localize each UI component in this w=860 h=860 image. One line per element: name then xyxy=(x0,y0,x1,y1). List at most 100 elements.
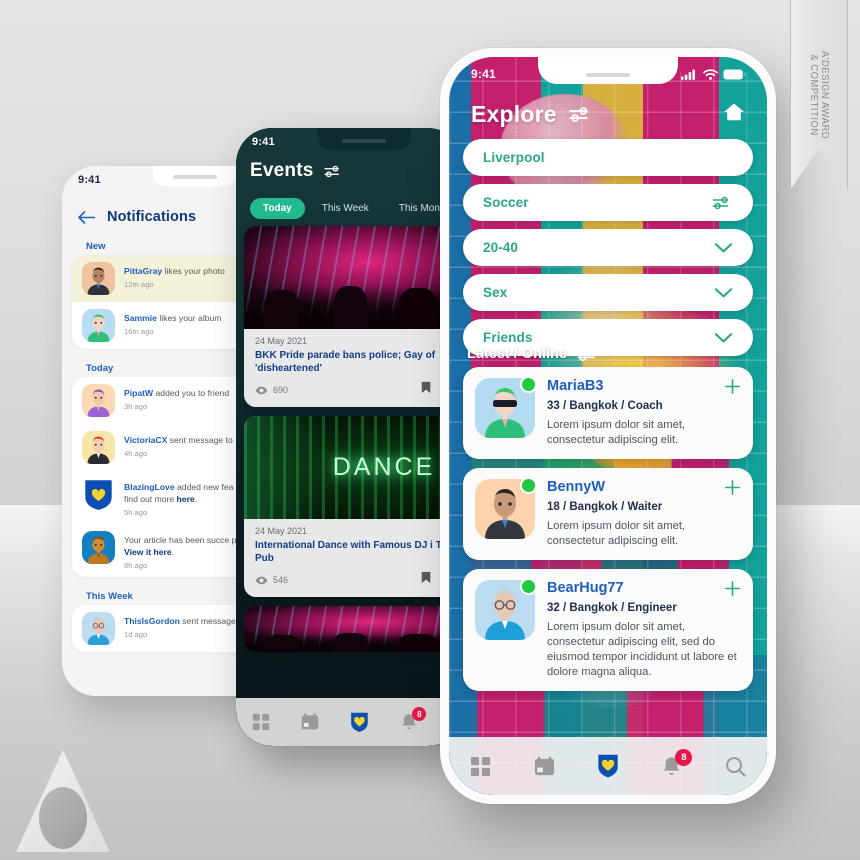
filter-label: Soccer xyxy=(483,195,529,210)
tabbar-calendar[interactable] xyxy=(301,713,319,731)
event-title[interactable]: BKK Pride parade bans police; Gay of 'di… xyxy=(255,349,464,375)
events-tabs[interactable]: Today This Week This Month xyxy=(250,198,464,219)
avatar xyxy=(82,262,115,295)
tabbar-grid[interactable] xyxy=(470,756,491,777)
user-name[interactable]: MariaB3 xyxy=(547,378,603,394)
chevron-down-icon[interactable] xyxy=(714,332,733,344)
notification-actor[interactable]: VictoriaCX xyxy=(124,435,167,445)
filter-label: Liverpool xyxy=(483,150,545,165)
add-user-button[interactable] xyxy=(724,580,741,599)
user-name[interactable]: BennyW xyxy=(547,479,605,495)
a-logo xyxy=(16,750,110,852)
search-icon[interactable] xyxy=(725,756,746,777)
online-status-dot xyxy=(520,477,537,494)
back-arrow-icon[interactable] xyxy=(78,210,95,224)
user-card[interactable]: BennyW 18 / Bangkok / Waiter Lorem ipsum… xyxy=(463,468,753,560)
notification-actor[interactable]: PipatW xyxy=(124,388,153,398)
notification-actor[interactable]: Sammie xyxy=(124,313,157,323)
add-user-button[interactable] xyxy=(724,378,741,397)
heart-shield-icon[interactable] xyxy=(597,754,619,778)
notification-time: 1d ago xyxy=(124,630,148,639)
filter-pill-liverpool[interactable]: Liverpool xyxy=(463,139,753,176)
bookmark-button[interactable] xyxy=(421,571,431,589)
events-tab-this-week[interactable]: This Week xyxy=(309,198,382,219)
chevron-down-icon[interactable] xyxy=(714,332,733,344)
sliders-icon[interactable] xyxy=(712,195,733,211)
bookmark-icon[interactable] xyxy=(421,381,431,394)
plus-icon[interactable] xyxy=(724,580,741,597)
plus-icon[interactable] xyxy=(724,479,741,496)
grid-icon[interactable] xyxy=(470,756,491,777)
grid-icon[interactable] xyxy=(252,713,270,731)
event-card-partial[interactable] xyxy=(244,606,464,652)
eye-icon xyxy=(255,386,268,394)
notification-time: 5h ago xyxy=(124,508,148,517)
online-status-dot xyxy=(520,376,537,393)
filter-pill-list[interactable]: Liverpool Soccer 20-40 Sex Friends xyxy=(463,139,753,364)
avatar-red-cap xyxy=(82,431,115,464)
ribbon-line-1: A'DESIGN AWARD xyxy=(818,50,831,140)
notification-text: VictoriaCX sent message to 4h ago xyxy=(124,435,233,458)
calendar-icon[interactable] xyxy=(534,755,555,777)
bookmark-button[interactable] xyxy=(421,381,431,399)
bottom-tabbar[interactable]: 8 xyxy=(236,698,464,746)
page-title: Notifications xyxy=(107,209,197,225)
tabbar-heart-shield[interactable] xyxy=(597,754,619,778)
plus-icon[interactable] xyxy=(724,378,741,395)
notification-link[interactable]: here xyxy=(177,494,195,504)
notification-time: 12m ago xyxy=(124,280,154,289)
status-time: 9:41 xyxy=(78,174,101,186)
user-meta: 33 / Bangkok / Coach xyxy=(547,400,663,412)
user-meta: 18 / Bangkok / Waiter xyxy=(547,501,663,513)
tabbar-search[interactable] xyxy=(725,756,746,777)
avatar-app-shield xyxy=(85,480,112,510)
page-title: Events xyxy=(250,160,314,181)
sliders-icon[interactable] xyxy=(577,345,600,363)
sliders-icon[interactable] xyxy=(569,105,593,124)
avatar-dog xyxy=(82,531,115,564)
calendar-icon[interactable] xyxy=(301,713,319,731)
chevron-down-icon[interactable] xyxy=(714,242,733,254)
notification-actor[interactable]: PittaGray xyxy=(124,266,162,276)
user-card[interactable]: BearHug77 32 / Bangkok / Engineer Lorem … xyxy=(463,569,753,691)
bookmark-icon[interactable] xyxy=(421,571,431,584)
tabbar-grid[interactable] xyxy=(252,713,270,731)
avatar-glasses-blue-shirt xyxy=(82,612,115,645)
home-button[interactable] xyxy=(723,102,745,127)
home-icon xyxy=(724,103,744,121)
tabbar-calendar[interactable] xyxy=(534,755,555,777)
events-feed[interactable]: 24 May 2021 BKK Pride parade bans police… xyxy=(244,226,464,746)
filter-pill-soccer[interactable]: Soccer xyxy=(463,184,753,221)
heart-shield-icon[interactable] xyxy=(350,712,369,733)
tabbar-bell[interactable]: 8 xyxy=(661,748,693,777)
event-card[interactable]: DANCE 24 May 2021 International Dance wi… xyxy=(244,416,464,597)
user-name[interactable]: BearHug77 xyxy=(547,580,624,596)
events-tab-today[interactable]: Today xyxy=(250,198,305,219)
notification-actor[interactable]: ThisIsGordon xyxy=(124,616,180,626)
avatar xyxy=(82,478,115,511)
bottom-tabbar[interactable]: 8 xyxy=(449,737,767,795)
event-card[interactable]: 24 May 2021 BKK Pride parade bans police… xyxy=(244,226,464,407)
phone-explore: 9:41 Explore Liverpool Soccer 20-40 Sex … xyxy=(440,48,776,804)
filter-pill-sex[interactable]: Sex xyxy=(463,274,753,311)
status-time: 9:41 xyxy=(471,67,496,81)
tabbar-heart-shield[interactable] xyxy=(350,712,369,733)
chevron-down-icon[interactable] xyxy=(714,242,733,254)
filter-pill-20-40[interactable]: 20-40 xyxy=(463,229,753,266)
notification-actor[interactable]: BlazingLove xyxy=(124,482,175,492)
notification-badge: 8 xyxy=(675,748,693,766)
event-title[interactable]: International Dance with Famous DJ i Tau… xyxy=(255,539,464,565)
chevron-down-icon[interactable] xyxy=(714,287,733,299)
sliders-icon[interactable] xyxy=(712,195,733,211)
user-card[interactable]: MariaB3 33 / Bangkok / Coach Lorem ipsum… xyxy=(463,367,753,459)
online-status-dot xyxy=(520,578,537,595)
notification-time: 16m ago xyxy=(124,327,154,336)
notification-link[interactable]: View it here xyxy=(124,547,172,557)
tabbar-bell[interactable]: 8 xyxy=(400,707,427,731)
filter-label: Sex xyxy=(483,285,508,300)
chevron-down-icon[interactable] xyxy=(714,287,733,299)
sliders-icon[interactable] xyxy=(323,164,343,179)
event-image xyxy=(244,606,464,652)
add-user-button[interactable] xyxy=(724,479,741,498)
user-card-list[interactable]: MariaB3 33 / Bangkok / Coach Lorem ipsum… xyxy=(463,367,753,795)
